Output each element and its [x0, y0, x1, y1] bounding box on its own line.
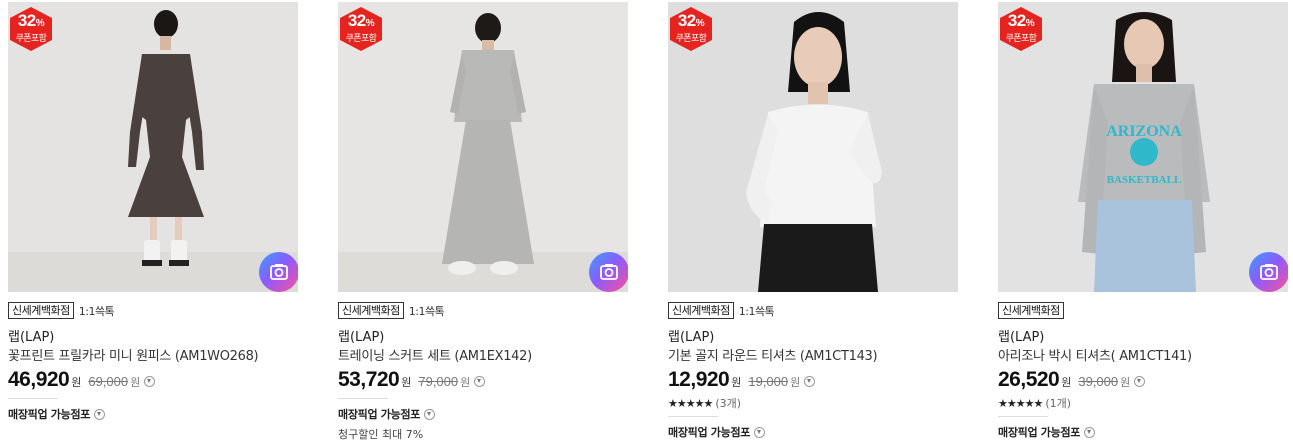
tag-row: 신세계백화점	[998, 302, 1064, 319]
badge-label: 쿠폰포함	[675, 34, 707, 44]
store-pickup[interactable]: 매장픽업 가능점포	[668, 424, 766, 440]
discount-badge: 32% 쿠폰포함	[10, 7, 52, 51]
sale-price: 26,520	[998, 368, 1060, 391]
badge-label: 쿠폰포함	[345, 34, 377, 44]
store-tag: 신세계백화점	[998, 302, 1064, 319]
product-name[interactable]: 트레이닝 스커트 세트 (AM1EX142)	[338, 345, 532, 364]
camera-search-button[interactable]	[259, 252, 298, 292]
product-name[interactable]: 기본 골지 라운드 티셔츠 (AM1CT143)	[668, 345, 878, 364]
badge-percent: 32%	[17, 11, 45, 30]
discount-badge: 32% 쿠폰포함	[670, 7, 712, 51]
brand-name[interactable]: 랩(LAP)	[338, 326, 384, 345]
price-row: 26,520 원 39,000 원	[998, 368, 1146, 392]
rating[interactable]: ★★★★★ (3개)	[668, 395, 741, 411]
currency: 원	[790, 376, 801, 389]
pickup-label: 매장픽업 가능점포	[338, 408, 421, 421]
tag-row: 신세계백화점 1:1쓱톡	[338, 302, 445, 319]
pickup-info-icon[interactable]	[754, 426, 766, 438]
original-price: 39,000	[1078, 374, 1119, 389]
talk-tag[interactable]: 1:1쓱톡	[739, 303, 775, 319]
badge-label: 쿠폰포함	[15, 34, 47, 44]
camera-search-button[interactable]	[589, 252, 628, 292]
brand-name[interactable]: 랩(LAP)	[998, 326, 1044, 345]
review-count: (3개)	[715, 397, 742, 410]
tag-row: 신세계백화점 1:1쓱톡	[8, 302, 115, 319]
star-icon: ★★★★★	[668, 396, 713, 410]
badge-percent: 32%	[677, 11, 705, 30]
product-card[interactable]: 32% 쿠폰포함 신세계백화점 1:1쓱톡 랩(LAP) 기본 골지 라운드 티…	[668, 0, 960, 447]
pickup-label: 매장픽업 가능점포	[668, 426, 751, 439]
product-image[interactable]: ARIZONA BASKETBALL 32% 쿠폰포함	[998, 2, 1288, 292]
product-image[interactable]: 32% 쿠폰포함	[668, 2, 958, 292]
talk-tag[interactable]: 1:1쓱톡	[79, 303, 115, 319]
discount-badge: 32% 쿠폰포함	[340, 7, 382, 51]
pickup-label: 매장픽업 가능점포	[998, 426, 1081, 439]
product-card[interactable]: ARIZONA BASKETBALL 32% 쿠폰포함 신세계백화점 랩(LAP…	[998, 0, 1290, 447]
divider	[998, 416, 1048, 417]
currency: 원	[1120, 376, 1131, 389]
camera-icon	[270, 264, 288, 280]
divider	[338, 398, 388, 399]
badge-percent: 32%	[347, 11, 375, 30]
currency: 원	[1061, 376, 1072, 389]
badge-label: 쿠폰포함	[1005, 34, 1037, 44]
print-bottom: BASKETBALL	[1107, 174, 1182, 186]
product-name[interactable]: 아리조나 박시 티셔츠( AM1CT141)	[998, 345, 1192, 364]
original-price: 19,000	[748, 374, 789, 389]
store-pickup[interactable]: 매장픽업 가능점포	[8, 406, 106, 422]
product-image[interactable]: 32% 쿠폰포함	[338, 2, 628, 292]
rating[interactable]: ★★★★★ (1개)	[998, 395, 1071, 411]
talk-tag[interactable]: 1:1쓱톡	[409, 303, 445, 319]
tag-row: 신세계백화점 1:1쓱톡	[668, 302, 775, 319]
original-price: 79,000	[418, 374, 459, 389]
sale-price: 53,720	[338, 368, 400, 391]
brand-name[interactable]: 랩(LAP)	[668, 326, 714, 345]
store-tag: 신세계백화점	[338, 302, 404, 319]
star-icon: ★★★★★	[998, 396, 1043, 410]
product-name[interactable]: 꽃프린트 프릴카라 미니 원피스 (AM1WO268)	[8, 345, 259, 364]
camera-search-button[interactable]	[1249, 252, 1288, 292]
store-tag: 신세계백화점	[8, 302, 74, 319]
price-row: 53,720 원 79,000 원	[338, 368, 486, 392]
currency: 원	[401, 376, 412, 389]
discount-badge: 32% 쿠폰포함	[1000, 7, 1042, 51]
currency: 원	[71, 376, 82, 389]
review-count: (1개)	[1045, 397, 1072, 410]
price-info-icon[interactable]	[144, 376, 156, 387]
price-row: 12,920 원 19,000 원	[668, 368, 816, 392]
pickup-info-icon[interactable]	[94, 408, 106, 420]
store-tag: 신세계백화점	[668, 302, 734, 319]
print-top: ARIZONA	[1106, 123, 1182, 140]
camera-icon	[600, 264, 618, 280]
brand-name[interactable]: 랩(LAP)	[8, 326, 54, 345]
original-price: 69,000	[88, 374, 129, 389]
price-info-icon[interactable]	[1134, 376, 1146, 387]
product-card[interactable]: 32% 쿠폰포함 신세계백화점 1:1쓱톡 랩(LAP) 꽃프린트 프릴카라 미…	[8, 0, 300, 447]
sale-price: 46,920	[8, 368, 70, 391]
price-row: 46,920 원 69,000 원	[8, 368, 156, 392]
sale-price: 12,920	[668, 368, 730, 391]
divider	[668, 416, 718, 417]
currency: 원	[460, 376, 471, 389]
product-image[interactable]: 32% 쿠폰포함	[8, 2, 298, 292]
pickup-info-icon[interactable]	[1084, 426, 1096, 438]
currency: 원	[130, 376, 141, 389]
badge-percent: 32%	[1007, 11, 1035, 30]
pickup-label: 매장픽업 가능점포	[8, 408, 91, 421]
camera-icon	[1260, 264, 1278, 280]
price-info-icon[interactable]	[474, 376, 486, 387]
bill-discount: 청구할인 최대 7%	[338, 428, 424, 441]
product-card[interactable]: 32% 쿠폰포함 신세계백화점 1:1쓱톡 랩(LAP) 트레이닝 스커트 세트…	[338, 0, 630, 447]
divider	[8, 398, 58, 399]
currency: 원	[731, 376, 742, 389]
pickup-info-icon[interactable]	[424, 408, 436, 420]
store-pickup[interactable]: 매장픽업 가능점포	[998, 424, 1096, 440]
price-info-icon[interactable]	[804, 376, 816, 387]
store-pickup[interactable]: 매장픽업 가능점포	[338, 406, 436, 422]
